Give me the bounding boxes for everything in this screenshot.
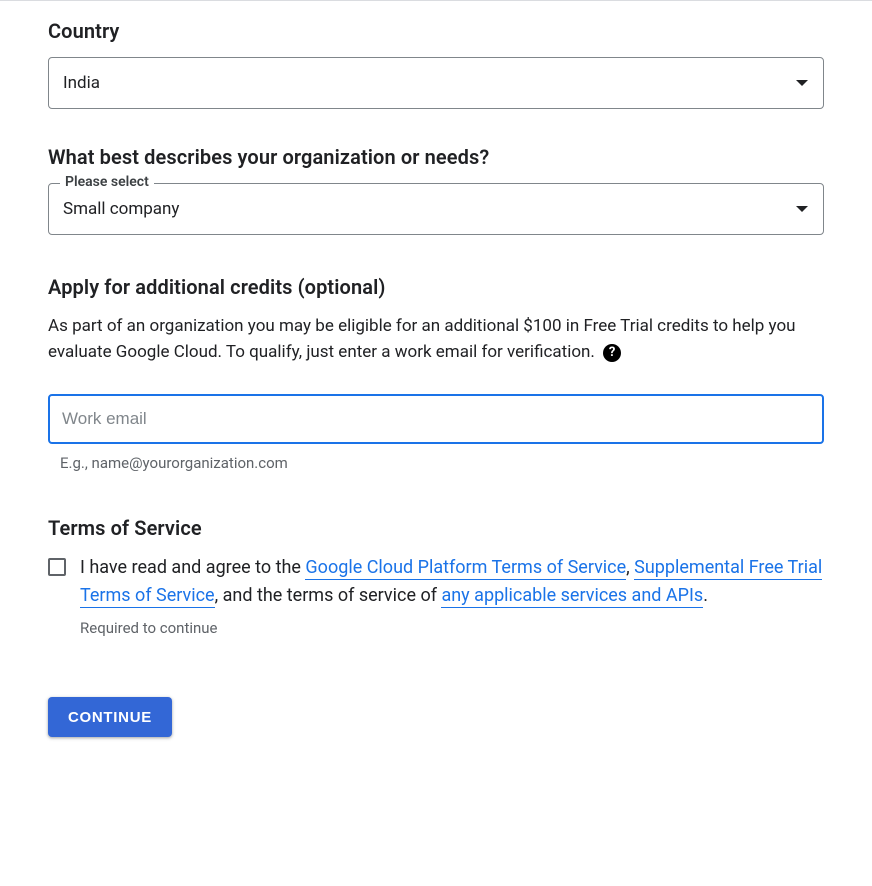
work-email-wrap [48,394,824,444]
organization-select-wrap: Please select Small company [48,183,824,235]
tos-prefix: I have read and agree to the [80,557,305,578]
tos-sep1: , [626,557,634,578]
tos-suffix: . [703,585,708,606]
tos-sep2: , and the terms of service of [215,585,442,606]
tos-link-platform[interactable]: Google Cloud Platform Terms of Service [305,557,626,580]
country-select[interactable]: India [48,57,824,109]
organization-select[interactable]: Small company [48,183,824,235]
tos-heading: Terms of Service [48,516,824,540]
credits-description: As part of an organization you may be el… [48,313,824,366]
chevron-down-icon [796,206,808,212]
work-email-hint: E.g., name@yourorganization.com [60,454,824,472]
credits-heading: Apply for additional credits (optional) [48,275,824,299]
organization-value: Small company [63,199,179,219]
country-select-wrap: India [48,57,824,109]
organization-label: What best describes your organization or… [48,145,824,169]
tos-link-apis[interactable]: any applicable services and APIs [441,585,703,608]
country-value: India [63,73,100,93]
chevron-down-icon [796,80,808,86]
help-icon[interactable]: ? [603,344,621,362]
organization-floating-label: Please select [60,174,154,190]
country-label: Country [48,19,824,43]
work-email-input[interactable] [48,394,824,444]
tos-checkbox[interactable] [48,558,66,576]
tos-required-note: Required to continue [80,619,824,637]
tos-text: I have read and agree to the Google Clou… [80,554,824,612]
credits-description-text: As part of an organization you may be el… [48,316,796,362]
form-container: Country India What best describes your o… [0,1,872,777]
tos-row: I have read and agree to the Google Clou… [48,554,824,612]
continue-button[interactable]: CONTINUE [48,697,172,737]
